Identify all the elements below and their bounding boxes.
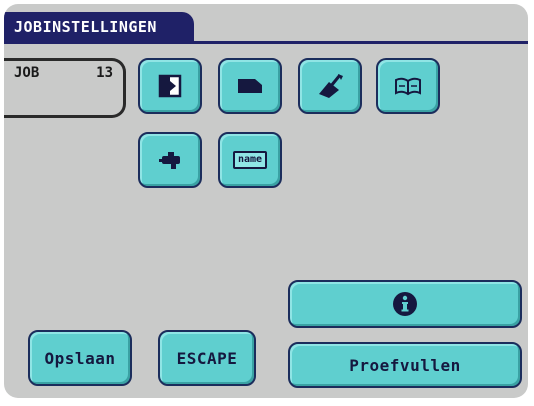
- test-fill-button[interactable]: Proefvullen: [288, 342, 522, 388]
- page-title: JOBINSTELLINGEN: [4, 12, 194, 42]
- job-label: JOB: [14, 65, 40, 81]
- envelope-settings-button[interactable]: [218, 58, 282, 114]
- envelope-icon: [238, 79, 262, 93]
- insert-settings-button[interactable]: [138, 132, 202, 188]
- seal-brush-icon: [319, 74, 343, 98]
- job-name-button[interactable]: name: [218, 132, 282, 188]
- job-indicator[interactable]: JOB 13: [4, 58, 126, 118]
- open-book-icon: [395, 77, 421, 96]
- sealing-settings-button[interactable]: [298, 58, 362, 114]
- half-page-icon: [158, 74, 182, 98]
- hand-pointer-icon: [159, 152, 180, 169]
- booklet-settings-button[interactable]: [376, 58, 440, 114]
- job-number: 13: [96, 65, 113, 81]
- info-icon: [393, 292, 417, 316]
- title-divider: [4, 41, 528, 44]
- job-settings-screen: JOBINSTELLINGEN JOB 13 name Opslaan ESCA…: [4, 4, 528, 398]
- save-button[interactable]: Opslaan: [28, 330, 132, 386]
- info-button[interactable]: [288, 280, 522, 328]
- escape-button[interactable]: ESCAPE: [158, 330, 256, 386]
- name-tag-icon: name: [232, 151, 268, 169]
- document-settings-button[interactable]: [138, 58, 202, 114]
